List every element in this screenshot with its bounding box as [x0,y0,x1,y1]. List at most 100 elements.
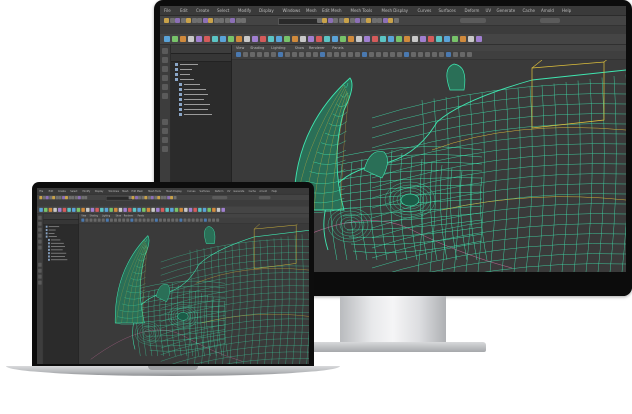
shelf-tool-icon[interactable] [142,207,146,212]
viewport-tool-icon[interactable] [376,52,381,57]
status-tool-icon[interactable] [173,195,177,200]
viewport-tool-icon[interactable] [341,52,346,57]
status-tool-icon[interactable] [65,195,68,200]
shelf-tool-icon[interactable] [114,207,118,212]
menu-modify[interactable]: Modify [238,8,251,13]
shelf-tool-icon[interactable] [58,207,62,212]
viewport-menu-panels[interactable]: Panels [332,46,343,50]
menu-display[interactable]: Display [95,189,104,192]
viewport-menu-lighting[interactable]: Lighting [271,46,285,50]
viewport-tool-icon[interactable] [126,218,130,222]
viewport-tool-icon[interactable] [122,218,126,222]
menu-surfaces[interactable]: Surfaces [439,8,456,13]
menu-help[interactable]: Help [272,189,277,192]
viewport-tool-icon[interactable] [404,52,409,57]
status-tool-icon[interactable] [170,195,174,200]
shelf-tool-icon[interactable] [236,36,242,42]
shelf-tool-icon[interactable] [220,36,226,42]
status-tool-icon[interactable] [144,195,148,200]
move-tool-icon[interactable] [162,75,168,81]
scale-tool-icon[interactable] [38,245,42,250]
outliner-layout-icon[interactable] [162,146,168,152]
four-view-icon[interactable] [162,128,168,134]
viewport-tool-icon[interactable] [243,52,248,57]
menu-file[interactable]: File [39,189,43,192]
viewport-tool-icon[interactable] [383,52,388,57]
single-view-icon[interactable] [162,119,168,125]
shelf-tool-icon[interactable] [332,36,338,42]
shelf-tool-icon[interactable] [372,36,378,42]
status-tool-icon[interactable] [230,18,235,23]
menu-deform[interactable]: Deform [215,189,224,192]
status-tool-icon[interactable] [58,195,62,200]
shelf-tool-icon[interactable] [146,207,151,212]
status-tool-icon[interactable] [377,18,382,23]
shelf-tool-icon[interactable] [90,207,95,212]
menu-generate[interactable]: Generate [233,189,244,192]
shelf-tool-icon[interactable] [165,207,169,212]
viewport-menu-shading[interactable]: Shading [90,214,98,217]
status-tool-icon[interactable] [349,18,355,23]
menu-select[interactable]: Select [217,8,229,13]
shelf-tool-icon[interactable] [95,207,99,212]
shelf-tool-icon[interactable] [244,36,250,42]
menu-edit-mesh[interactable]: Edit Mesh [132,189,143,192]
shelf-tool-icon[interactable] [276,36,282,42]
viewport-tool-icon[interactable] [130,218,134,222]
outliner-item[interactable] [179,112,231,117]
workspace-dropdown[interactable] [258,195,271,200]
viewport-tool-icon[interactable] [187,218,191,222]
menu-edit[interactable]: Edit [49,189,54,192]
status-tool-icon[interactable] [157,195,161,200]
status-tool-icon[interactable] [71,195,75,200]
viewport-tool-icon[interactable] [460,52,465,57]
status-tool-icon[interactable] [338,18,344,23]
viewport-tool-icon[interactable] [313,52,318,57]
viewport-tool-icon[interactable] [320,52,325,57]
paint-select-icon[interactable] [38,227,42,232]
status-tool-icon[interactable] [186,18,191,23]
viewport-tool-icon[interactable] [134,218,138,222]
viewport-tool-icon[interactable] [334,52,339,57]
shelf-tool-icon[interactable] [174,207,179,212]
select-tool-icon[interactable] [38,215,42,220]
menu-windows[interactable]: Windows [109,189,119,192]
viewport-tool-icon[interactable] [425,52,430,57]
menu-edit[interactable]: Edit [180,8,188,13]
viewport-tool-icon[interactable] [355,52,360,57]
menu-uv[interactable]: UV [486,8,492,13]
menu-modify[interactable]: Modify [83,189,91,192]
status-tool-icon[interactable] [202,18,208,23]
viewport-tool-icon[interactable] [101,218,105,222]
shelf-tool-icon[interactable] [118,207,123,212]
status-tool-icon[interactable] [388,18,393,23]
shelf-tool-icon[interactable] [180,36,186,42]
viewport-menu-renderer[interactable]: Renderer [124,214,133,217]
shelf-tool-icon[interactable] [202,207,207,212]
viewport-menu-show[interactable]: Show [116,214,122,217]
shelf-tool-icon[interactable] [151,207,155,212]
workspace-dropdown[interactable] [540,18,560,23]
viewport-tool-icon[interactable] [158,218,162,222]
shelf-tool-icon[interactable] [198,207,202,212]
shelf-tool-icon[interactable] [284,36,290,42]
status-tool-icon[interactable] [213,18,219,23]
status-tool-icon[interactable] [150,195,154,200]
shelf-tool-icon[interactable] [412,36,418,42]
select-tool-icon[interactable] [162,48,168,54]
viewport-tool-icon[interactable] [109,218,113,222]
status-tool-icon[interactable] [77,195,81,200]
status-tool-icon[interactable] [45,195,49,200]
shelf-tool-icon[interactable] [380,36,386,42]
viewport[interactable] [79,223,309,364]
shelf-tool-icon[interactable] [436,36,442,42]
status-tool-icon[interactable] [164,18,169,23]
viewport-tool-icon[interactable] [250,52,255,57]
shelf-tool-icon[interactable] [184,207,188,212]
shelf-tool-icon[interactable] [212,36,218,42]
viewport-tool-icon[interactable] [97,218,101,222]
viewport-tool-icon[interactable] [257,52,262,57]
menu-display[interactable]: Display [259,8,274,13]
viewport-tool-icon[interactable] [285,52,290,57]
status-tool-icon[interactable] [371,18,377,23]
